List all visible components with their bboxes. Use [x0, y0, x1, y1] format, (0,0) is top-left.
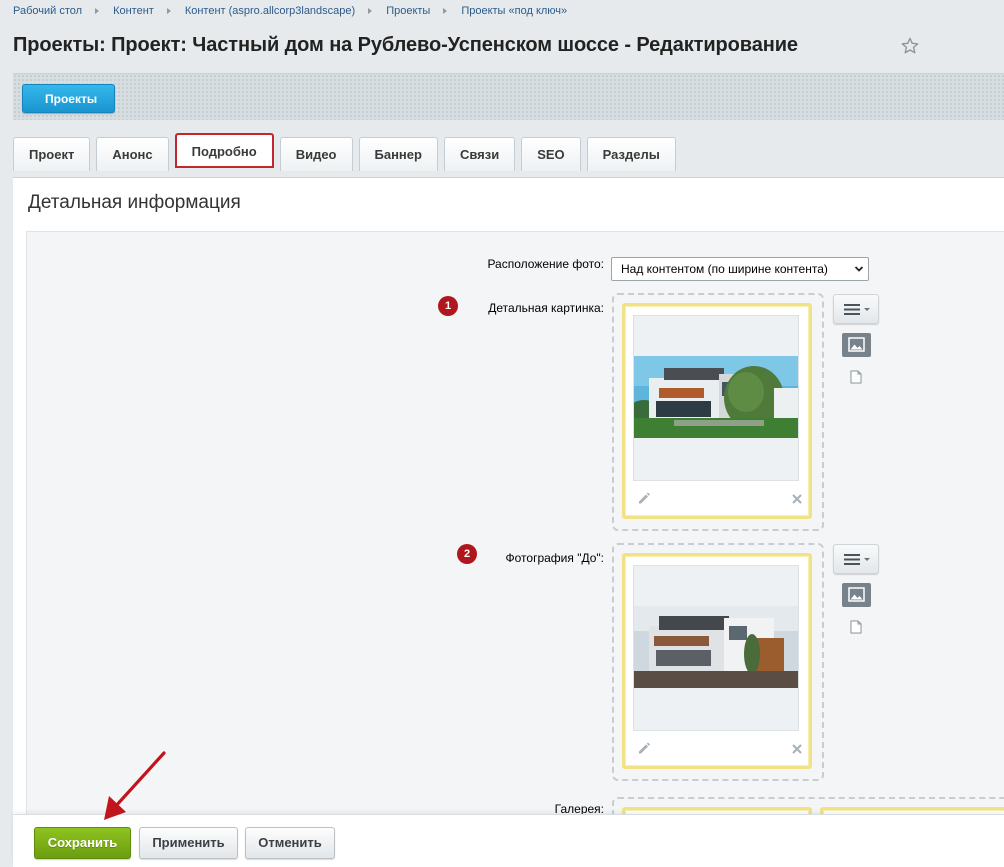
before-photo-label: Фотография "До":: [505, 551, 605, 565]
image-icon: [848, 337, 865, 352]
tab-video[interactable]: Видео: [279, 137, 353, 171]
tab-seo[interactable]: SEO: [521, 137, 581, 171]
form-area: Расположение фото: Над контентом (по шир…: [26, 231, 1004, 847]
close-icon[interactable]: [790, 742, 804, 756]
tab-sections[interactable]: Разделы: [586, 137, 676, 171]
before-photo-dropzone[interactable]: [612, 543, 824, 781]
footer-bar: Сохранить Применить Отменить: [13, 814, 1004, 867]
file-icon[interactable]: [850, 370, 862, 384]
breadcrumb-desktop[interactable]: Рабочий стол: [13, 5, 82, 17]
photo-position-select[interactable]: Над контентом (по ширине контента): [611, 257, 869, 281]
breadcrumb-separator-icon: [166, 8, 171, 14]
breadcrumb-projects[interactable]: Проекты: [386, 5, 430, 17]
chevron-down-icon: [854, 266, 864, 272]
detail-picture-image-mode-button[interactable]: [842, 333, 871, 357]
page-title: Проекты: Проект: Частный дом на Рублево-…: [13, 34, 798, 56]
before-photo-preview[interactable]: [633, 565, 799, 731]
menu-icon: [844, 304, 870, 315]
breadcrumb: Рабочий стол Контент Контент (aspro.allc…: [13, 4, 567, 18]
file-icon[interactable]: [850, 620, 862, 634]
cancel-button[interactable]: Отменить: [245, 827, 335, 859]
house-image: [634, 356, 798, 438]
apply-button[interactable]: Применить: [139, 827, 238, 859]
close-icon[interactable]: [790, 492, 804, 506]
house-image: [634, 606, 798, 688]
photo-position-label: Расположение фото:: [487, 257, 604, 271]
breadcrumb-separator-icon: [443, 8, 448, 14]
save-button[interactable]: Сохранить: [34, 827, 131, 859]
detail-picture-label: Детальная картинка:: [488, 301, 604, 315]
before-photo-menu-button[interactable]: [833, 544, 879, 574]
breadcrumb-content-site[interactable]: Контент (aspro.allcorp3landscape): [185, 5, 355, 17]
pencil-icon[interactable]: [637, 741, 651, 755]
content-panel: Детальная информация Расположение фото: …: [13, 177, 1004, 847]
toolbar: [13, 73, 1004, 120]
section-title: Детальная информация: [28, 192, 241, 213]
badge-2: 2: [457, 544, 477, 564]
badge-1: 1: [438, 296, 458, 316]
tab-details[interactable]: Подробно: [174, 133, 274, 168]
breadcrumb-turnkey-projects[interactable]: Проекты «под ключ»: [461, 5, 567, 17]
menu-icon: [844, 554, 870, 565]
pencil-icon[interactable]: [637, 491, 651, 505]
before-photo-frame: [622, 553, 812, 769]
before-photo-image-mode-button[interactable]: [842, 583, 871, 607]
detail-picture-menu-button[interactable]: [833, 294, 879, 324]
image-icon: [848, 587, 865, 602]
tab-bar: Проект Анонс Подробно Видео Баннер Связи…: [13, 133, 682, 171]
detail-picture-frame: [622, 303, 812, 519]
breadcrumb-content[interactable]: Контент: [113, 5, 154, 17]
tab-banner[interactable]: Баннер: [358, 137, 438, 171]
projects-back-button[interactable]: Проекты: [22, 84, 116, 113]
detail-picture-preview[interactable]: [633, 315, 799, 481]
tab-announcement[interactable]: Анонс: [96, 137, 169, 171]
photo-position-value: Над контентом (по ширине контента): [621, 262, 828, 276]
breadcrumb-separator-icon: [368, 8, 373, 14]
tab-project[interactable]: Проект: [13, 137, 91, 171]
tab-links[interactable]: Связи: [443, 137, 516, 171]
star-icon[interactable]: [900, 36, 920, 56]
detail-picture-dropzone[interactable]: [612, 293, 824, 531]
breadcrumb-separator-icon: [95, 8, 100, 14]
